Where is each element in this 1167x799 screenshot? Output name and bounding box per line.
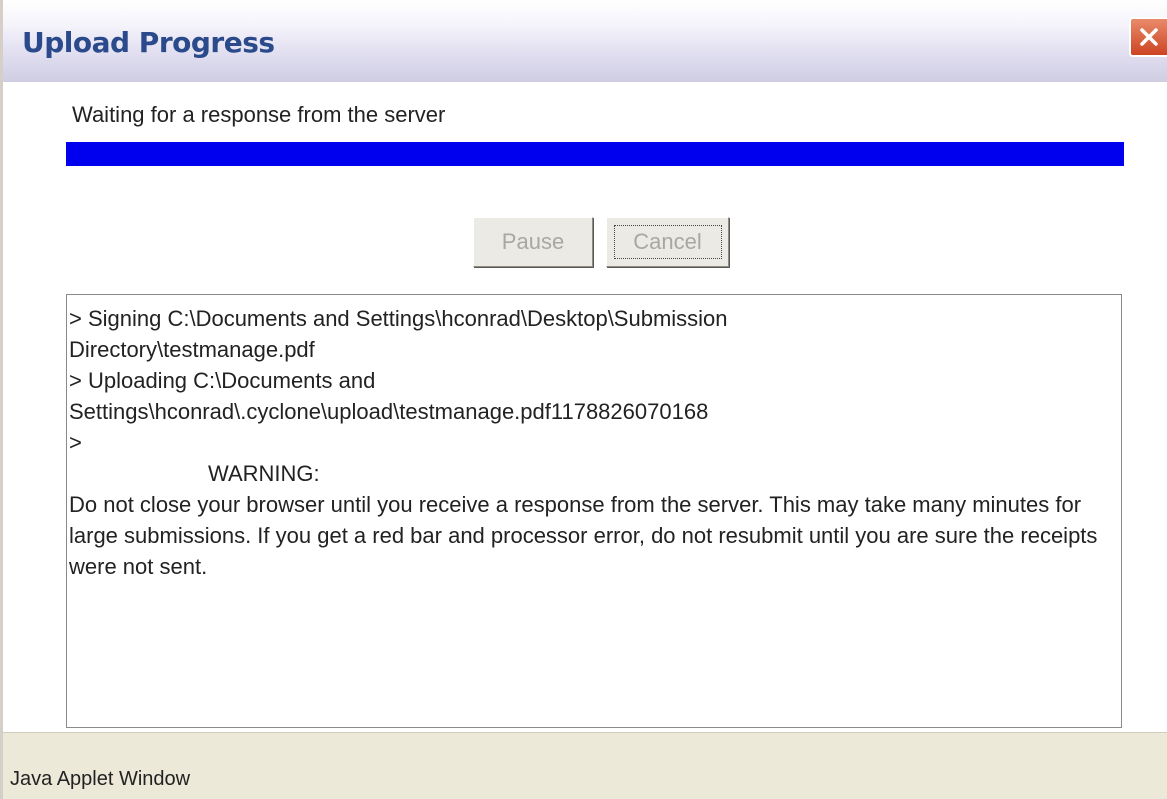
applet-footer: Java Applet Window xyxy=(3,732,1167,799)
window-title: Upload Progress xyxy=(22,26,275,59)
log-line: > xyxy=(69,430,82,455)
close-x-icon xyxy=(1140,28,1158,46)
log-line: > Uploading C:\Documents and xyxy=(69,368,376,393)
pause-button[interactable]: Pause xyxy=(473,217,593,267)
cancel-button-label: Cancel xyxy=(613,225,722,259)
log-line: > Signing C:\Documents and Settings\hcon… xyxy=(69,306,728,331)
progress-fill xyxy=(66,142,1124,166)
status-message: Waiting for a response from the server xyxy=(72,102,446,127)
close-button[interactable] xyxy=(1129,17,1167,57)
log-line: Directory\testmanage.pdf xyxy=(69,337,315,362)
log-line: Settings\hconrad\.cyclone\upload\testman… xyxy=(69,399,709,424)
upload-log-textarea[interactable]: > Signing C:\Documents and Settings\hcon… xyxy=(66,294,1122,728)
footer-label: Java Applet Window xyxy=(10,768,191,790)
progress-bar xyxy=(66,142,1124,166)
upload-progress-window: Upload Progress Waiting for a response f… xyxy=(0,0,1167,799)
cancel-button[interactable]: Cancel xyxy=(606,217,729,267)
warning-body: Do not close your browser until you rece… xyxy=(69,492,1098,579)
dialog-content: Waiting for a response from the server P… xyxy=(3,82,1167,733)
warning-title: WARNING: xyxy=(208,461,320,486)
title-bar[interactable]: Upload Progress xyxy=(3,0,1167,82)
